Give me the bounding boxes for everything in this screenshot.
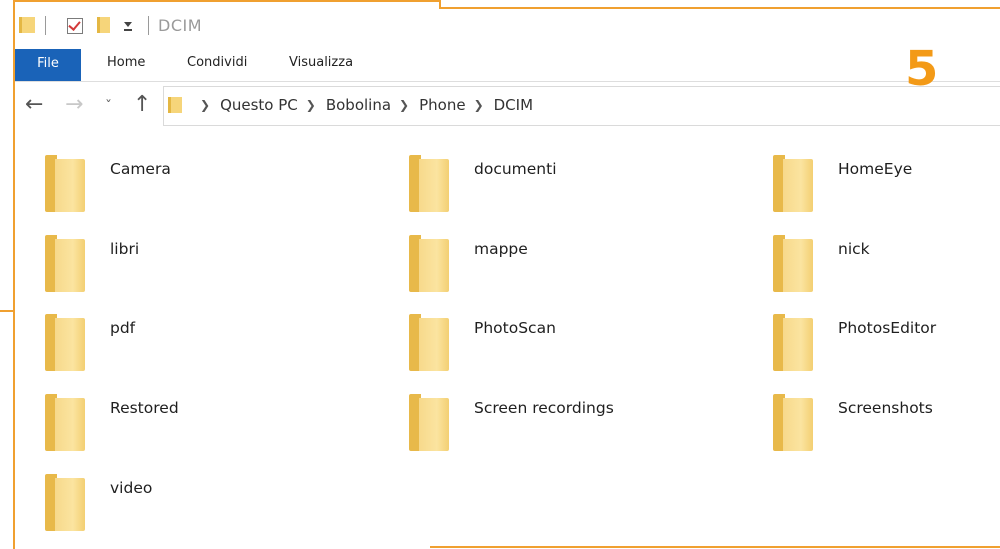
ribbon-tabs: File Home Condividi Visualizza xyxy=(15,49,1000,82)
folder-name: libri xyxy=(110,240,140,258)
folder-icon xyxy=(409,314,451,371)
folder-icon xyxy=(409,235,451,292)
folder-name: Screenshots xyxy=(838,399,933,417)
folder-icon xyxy=(409,155,451,212)
folder-item[interactable]: documenti xyxy=(379,135,709,212)
folder-item[interactable]: Camera xyxy=(15,135,345,212)
folder-item[interactable]: PhotosEditor xyxy=(743,294,1000,371)
folder-name: video xyxy=(110,479,153,497)
separator xyxy=(148,16,149,35)
chevron-right-icon[interactable]: ❯ xyxy=(399,98,409,112)
file-explorer-window: DCIM File Home Condividi Visualizza 5 ← … xyxy=(15,9,1000,546)
folder-item[interactable]: mappe xyxy=(379,215,709,292)
folder-icon xyxy=(45,155,87,212)
address-bar[interactable]: ❯ Questo PC ❯ Bobolina ❯ Phone ❯ DCIM xyxy=(163,86,1000,126)
folder-name: Screen recordings xyxy=(474,399,614,417)
folder-icon xyxy=(45,474,87,531)
folder-name: PhotoScan xyxy=(474,319,556,337)
folder-item[interactable]: HomeEye xyxy=(743,135,1000,212)
chevron-right-icon: ❯ xyxy=(200,98,211,112)
recent-locations-chevron-icon[interactable]: ˇ xyxy=(105,96,112,118)
window-title: DCIM xyxy=(158,16,203,35)
folder-icon xyxy=(773,394,815,451)
folder-name: PhotosEditor xyxy=(838,319,937,337)
back-arrow-icon[interactable]: ← xyxy=(25,94,43,116)
breadcrumb: ❯ Questo PC ❯ Bobolina ❯ Phone ❯ DCIM xyxy=(192,96,533,114)
folder-icon xyxy=(168,97,182,113)
folder-item[interactable]: libri xyxy=(15,215,345,292)
breadcrumb-item-questo-pc[interactable]: Questo PC xyxy=(220,96,298,114)
frame-line-side xyxy=(0,310,14,312)
folder-icon xyxy=(773,314,815,371)
chevron-right-icon[interactable]: ❯ xyxy=(474,98,484,112)
new-folder-icon[interactable] xyxy=(97,17,110,33)
title-bar: DCIM xyxy=(15,9,1000,43)
breadcrumb-item-phone[interactable]: Phone xyxy=(419,96,465,114)
folder-name: Camera xyxy=(110,160,171,178)
properties-check-icon[interactable] xyxy=(67,18,83,34)
folder-item[interactable]: Restored xyxy=(15,374,345,451)
frame-line-top xyxy=(14,0,440,2)
folder-item[interactable]: Screenshots xyxy=(743,374,1000,451)
tab-file[interactable]: File xyxy=(15,49,81,81)
tab-home[interactable]: Home xyxy=(107,49,145,81)
folder-item[interactable]: video xyxy=(15,454,345,531)
separator xyxy=(45,16,46,35)
breadcrumb-item-bobolina[interactable]: Bobolina xyxy=(326,96,391,114)
chevron-right-icon[interactable]: ❯ xyxy=(306,98,316,112)
up-arrow-icon[interactable]: ↑ xyxy=(133,94,151,116)
folder-icon xyxy=(45,394,87,451)
customize-bar-icon xyxy=(124,29,132,31)
frame-line-bottom xyxy=(430,546,1000,548)
frame-line-notch xyxy=(439,0,441,9)
folder-name: nick xyxy=(838,240,870,258)
folder-grid: Camera documenti HomeEye libri mappe nic… xyxy=(15,135,1000,545)
chevron-down-icon[interactable] xyxy=(124,22,132,27)
folder-icon xyxy=(45,314,87,371)
folder-name: documenti xyxy=(474,160,557,178)
navigation-bar: ← → ˇ ↑ ❯ Questo PC ❯ Bobolina ❯ Phone ❯… xyxy=(15,83,1000,129)
folder-icon xyxy=(19,17,35,33)
breadcrumb-item-dcim[interactable]: DCIM xyxy=(494,96,533,114)
folder-name: HomeEye xyxy=(838,160,913,178)
folder-item[interactable]: pdf xyxy=(15,294,345,371)
tab-condividi[interactable]: Condividi xyxy=(187,49,247,81)
tab-visualizza[interactable]: Visualizza xyxy=(289,49,353,81)
folder-name: pdf xyxy=(110,319,136,337)
folder-item[interactable]: PhotoScan xyxy=(379,294,709,371)
folder-item[interactable]: nick xyxy=(743,215,1000,292)
folder-icon xyxy=(773,155,815,212)
folder-icon xyxy=(773,235,815,292)
folder-icon xyxy=(45,235,87,292)
forward-arrow-icon[interactable]: → xyxy=(65,94,83,116)
folder-name: Restored xyxy=(110,399,179,417)
folder-item[interactable]: Screen recordings xyxy=(379,374,709,451)
folder-icon xyxy=(409,394,451,451)
folder-name: mappe xyxy=(474,240,528,258)
